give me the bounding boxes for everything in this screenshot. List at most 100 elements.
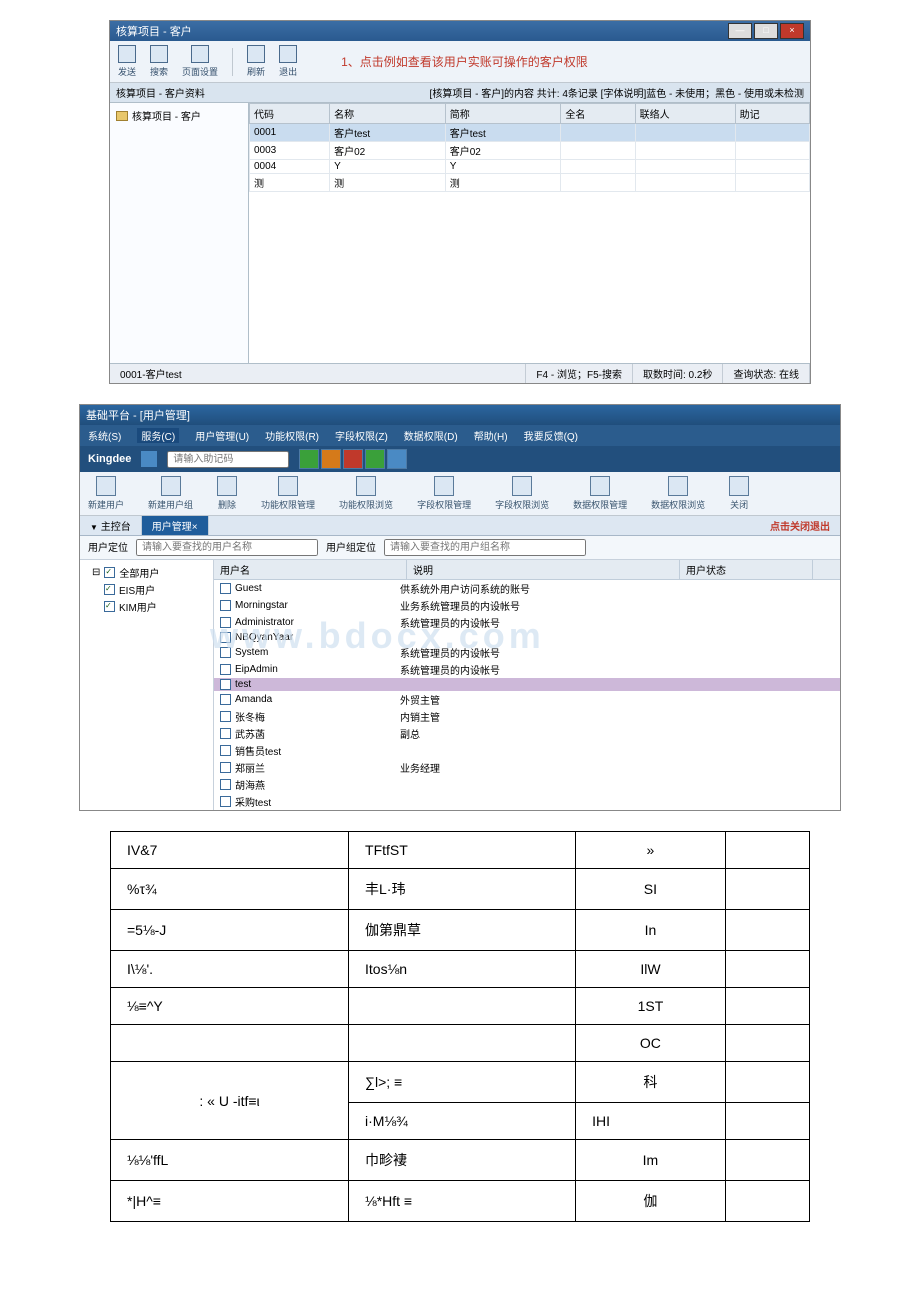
tab-user-manage[interactable]: 用户管理× — [142, 516, 209, 535]
toolbar2-item[interactable]: 新建用户 — [88, 476, 124, 511]
toolbar2-item[interactable]: 新建用户组 — [148, 476, 193, 511]
grid-row[interactable]: 0004YY — [250, 160, 810, 174]
data-grid: 代码名称简称全名联络人助记 0001客户test客户test0003客户02客户… — [249, 103, 810, 192]
menu-item[interactable]: 帮助(H) — [474, 428, 508, 443]
user-check-icon[interactable] — [220, 600, 231, 611]
grid-row[interactable]: 测测测 — [250, 174, 810, 192]
toolbar-icon — [217, 476, 237, 496]
tree-eis[interactable]: EIS用户 — [84, 581, 209, 598]
grid-row[interactable]: 0003客户02客户02 — [250, 142, 810, 160]
user-row[interactable]: 销售员test — [214, 742, 840, 759]
menu-item[interactable]: 系统(S) — [88, 428, 121, 443]
user-check-icon[interactable] — [220, 664, 231, 675]
user-locate-input[interactable] — [136, 539, 318, 556]
user-check-icon[interactable] — [220, 679, 231, 690]
user-row[interactable]: 采购test — [214, 793, 840, 810]
toolbar2: 新建用户新建用户组删除功能权限管理功能权限浏览字段权限管理字段权限浏览数据权限管… — [80, 472, 840, 516]
grid-col-header: 助记 — [735, 104, 809, 124]
user-row[interactable]: NBQyanYaar — [214, 631, 840, 644]
toolbar-icon — [512, 476, 532, 496]
user-row[interactable]: 郑丽兰业务经理 — [214, 759, 840, 776]
user-check-icon[interactable] — [220, 583, 231, 594]
user-check-icon[interactable] — [220, 632, 231, 643]
exit-button[interactable]: 退出 — [279, 45, 297, 78]
toolbar2-item[interactable]: 删除 — [217, 476, 237, 511]
toolbar-icon — [729, 476, 749, 496]
nav-icon[interactable] — [299, 449, 319, 469]
search-button[interactable]: 搜索 — [150, 45, 168, 78]
user-check-icon[interactable] — [220, 694, 231, 705]
window-hscustomer: 核算项目 - 客户 — □ × 发送 搜索 页面设置 刷新 退出 1、点击例如查… — [109, 20, 811, 384]
user-row[interactable]: 胡海燕 — [214, 776, 840, 793]
grid-col-header: 联络人 — [635, 104, 735, 124]
user-check-icon[interactable] — [220, 617, 231, 628]
user-row[interactable]: test — [214, 678, 840, 691]
toolbar-icon — [161, 476, 181, 496]
user-check-icon[interactable] — [220, 745, 231, 756]
user-check-icon[interactable] — [220, 779, 231, 790]
user-check-icon[interactable] — [220, 796, 231, 807]
tab-main[interactable]: ▼ 主控台 — [80, 516, 142, 535]
toolbar2-item[interactable]: 功能权限浏览 — [339, 476, 393, 511]
nav-icon[interactable] — [387, 449, 407, 469]
grid-row[interactable]: 0001客户test客户test — [250, 124, 810, 142]
user-check-icon[interactable] — [220, 647, 231, 658]
user-row[interactable]: EipAdmin系统管理员的内设帐号 — [214, 661, 840, 678]
maximize-button[interactable]: □ — [754, 23, 778, 39]
refresh-button[interactable]: 刷新 — [247, 45, 265, 78]
toolbar2-item[interactable]: 字段权限浏览 — [495, 476, 549, 511]
menu-item[interactable]: 字段权限(Z) — [335, 428, 388, 443]
toolbar2-item[interactable]: 数据权限浏览 — [651, 476, 705, 511]
tree-allusers[interactable]: ⊟ 全部用户 — [84, 564, 209, 581]
table-row: I\⅛'.Itos⅛nIlW — [111, 951, 810, 988]
user-list: 用户名 说明 用户状态 Guest供系统外用户访问系统的账号Morningsta… — [214, 560, 840, 810]
nav-icon[interactable] — [343, 449, 363, 469]
user-check-icon[interactable] — [220, 728, 231, 739]
toolbar-icon — [434, 476, 454, 496]
toolbar2-item[interactable]: 功能权限管理 — [261, 476, 315, 511]
group-locate-input[interactable] — [384, 539, 586, 556]
toolbar2-item[interactable]: 数据权限管理 — [573, 476, 627, 511]
pageset-button[interactable]: 页面设置 — [182, 45, 218, 78]
status-state: 查询状态: 在线 — [723, 364, 810, 383]
user-row[interactable]: Administrator系统管理员的内设帐号 — [214, 614, 840, 631]
user-row[interactable]: 武苏菡副总 — [214, 725, 840, 742]
titlebar: 核算项目 - 客户 — □ × — [110, 21, 810, 41]
minimize-button[interactable]: — — [728, 23, 752, 39]
user-row[interactable]: Morningstar业务系统管理员的内设帐号 — [214, 597, 840, 614]
tree-root[interactable]: 核算项目 - 客户 — [114, 107, 244, 124]
close-button[interactable]: × — [780, 23, 804, 39]
grid-col-header: 代码 — [250, 104, 330, 124]
check-icon[interactable] — [104, 584, 115, 595]
menu-item[interactable]: 服务(C) — [137, 428, 179, 443]
check-icon[interactable] — [104, 601, 115, 612]
header-left: 核算项目 - 客户资料 — [116, 85, 205, 100]
tab-close-hint: 点击关闭退出 — [760, 516, 840, 535]
toolbar2-item[interactable]: 字段权限管理 — [417, 476, 471, 511]
user-row[interactable]: System系统管理员的内设帐号 — [214, 644, 840, 661]
brand-icon — [141, 451, 157, 467]
menubar: 系统(S) 服务(C) 用户管理(U) 功能权限(R) 字段权限(Z) 数据权限(D) 帮助… — [80, 425, 840, 446]
toolbar2-item[interactable]: 关闭 — [729, 476, 749, 511]
menu-item[interactable]: 数据权限(D) — [404, 428, 458, 443]
status-mid: F4 - 浏览；F5-搜索 — [526, 364, 633, 383]
tree-kim[interactable]: KIM用户 — [84, 598, 209, 615]
userlist-header: 用户名 说明 用户状态 — [214, 560, 840, 580]
nav-icon[interactable] — [365, 449, 385, 469]
header-row: 核算项目 - 客户资料 [核算项目 - 客户]的内容 共计: 4条记录 [字体说… — [110, 83, 810, 103]
filter-label1: 用户定位 — [88, 539, 128, 556]
user-row[interactable]: 张冬梅内销主管 — [214, 708, 840, 725]
table-row: ⅛⅛'ffL巾畛褄Im — [111, 1140, 810, 1181]
menu-item[interactable]: 功能权限(R) — [265, 428, 319, 443]
user-check-icon[interactable] — [220, 762, 231, 773]
memo-search[interactable] — [167, 451, 289, 468]
nav-icon[interactable] — [321, 449, 341, 469]
menu-item[interactable]: 用户管理(U) — [195, 428, 249, 443]
user-row[interactable]: Guest供系统外用户访问系统的账号 — [214, 580, 840, 597]
check-icon[interactable] — [104, 567, 115, 578]
send-button[interactable]: 发送 — [118, 45, 136, 78]
user-row[interactable]: Amanda外贸主管 — [214, 691, 840, 708]
user-check-icon[interactable] — [220, 711, 231, 722]
hint-text: 1、点击例如查看该用户实账可操作的客户权限 — [341, 53, 588, 70]
menu-item[interactable]: 我要反馈(Q) — [524, 428, 578, 443]
